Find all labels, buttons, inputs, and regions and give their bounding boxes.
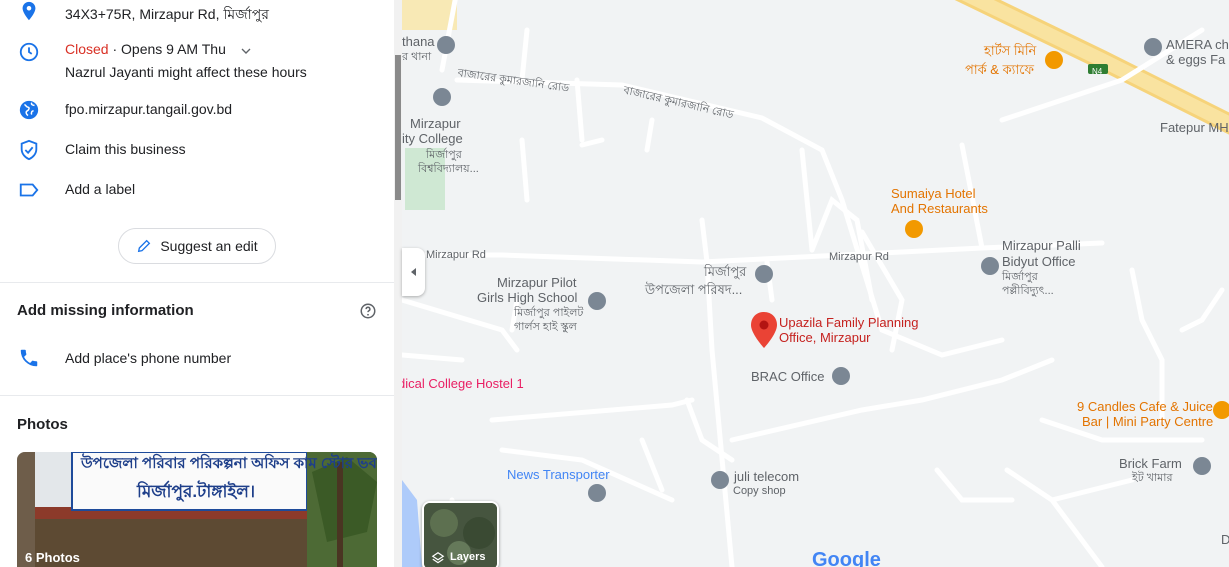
address-row[interactable]: 34X3+75R, Mirzapur Rd, মির্জাপুর: [0, 0, 394, 24]
map-label-d[interactable]: D: [1221, 532, 1229, 547]
label-row[interactable]: Add a label: [0, 178, 394, 202]
map-label-brick[interactable]: Brick Farm: [1119, 456, 1182, 471]
photo-sign-line1: উপজেলা পরিবার পরিকল্পনা অফিস কাম স্টোর ভ…: [81, 455, 377, 472]
google-logo: Google: [812, 549, 881, 567]
photos-title: Photos: [17, 416, 68, 433]
divider: [0, 282, 394, 283]
map-label-palli-bn-1: মির্জাপুর: [1002, 271, 1038, 283]
address-text: 34X3+75R, Mirzapur Rd, মির্জাপুর: [65, 6, 269, 22]
photos-thumbnail[interactable]: উপজেলা পরিবার পরিকল্পনা অফিস কাম স্টোর ভ…: [17, 452, 377, 567]
map-label-thana-bn: র থানা: [402, 51, 432, 63]
collapse-panel-button[interactable]: [402, 248, 425, 296]
add-phone-row[interactable]: Add place's phone number: [0, 346, 394, 370]
map-label-sumaiya-2[interactable]: And Restaurants: [891, 201, 988, 216]
map-label-university-bn: বিশ্ববিদ্যালয়...: [418, 163, 479, 175]
selected-place-label-1[interactable]: Upazila Family Planning: [779, 315, 918, 330]
map-label-upazila-bn-1[interactable]: মির্জাপুর: [704, 264, 746, 279]
map-label-sumaiya-1[interactable]: Sumaiya Hotel: [891, 186, 976, 201]
holiday-note: Nazrul Jayanti might affect these hours: [65, 64, 307, 80]
website-link[interactable]: fpo.mirzapur.tangail.gov.bd: [65, 101, 232, 117]
map-label-mirzapur-bn: মির্জাপুর: [426, 149, 462, 161]
photo-sign-line2: মির্জাপুর.টাঙ্গাইল।: [137, 482, 256, 501]
map-label-mirzapur-college[interactable]: Mirzapur: [410, 116, 461, 131]
missing-info-title: Add missing information: [17, 302, 194, 319]
photo-count-label: 6 Photos: [25, 550, 80, 565]
map-label-candles-2[interactable]: Bar | Mini Party Centre: [1082, 414, 1213, 429]
map-label-pilot-bn-2: গার্লস হাই স্কুল: [514, 321, 577, 333]
map-label-candles-1[interactable]: 9 Candles Cafe & Juice: [1077, 399, 1213, 414]
map-label-pilot-1[interactable]: Mirzapur Pilot: [497, 275, 576, 290]
location-pin-icon: [22, 1, 36, 21]
map-label-juli[interactable]: juli telecom: [734, 469, 799, 484]
hours-opens: Opens 9 AM Thu: [121, 41, 226, 57]
layers-label: Layers: [450, 551, 486, 563]
caret-left-icon: [410, 268, 416, 276]
scrollbar-thumb[interactable]: [395, 55, 401, 200]
map-canvas[interactable]: thana র থানা বাজারের কুমারজানি রোড বাজার…: [402, 0, 1229, 567]
layers-button[interactable]: Layers: [422, 501, 499, 567]
map-label-pilot-bn-1: মির্জাপুর পাইলট: [514, 307, 584, 319]
hours-row[interactable]: Closed · Opens 9 AM Thu Nazrul Jayanti m…: [0, 38, 394, 84]
map-label-amera-2[interactable]: & eggs Fa: [1166, 52, 1225, 67]
place-details-panel: 34X3+75R, Mirzapur Rd, মির্জাপুর Closed …: [0, 0, 401, 567]
verified-shield-icon: [20, 139, 38, 161]
add-phone-text: Add place's phone number: [65, 350, 232, 366]
suggest-edit-button[interactable]: Suggest an edit: [118, 228, 276, 264]
map-label-news[interactable]: News Transporter: [507, 467, 610, 482]
claim-business-text: Claim this business: [65, 141, 186, 157]
map-label-fatepur[interactable]: Fatepur MH: [1160, 120, 1229, 135]
highway-shield: N4: [1092, 67, 1103, 76]
road-label-mirzapur-rd-left: Mirzapur Rd: [426, 249, 486, 261]
map-label-palli-1[interactable]: Mirzapur Palli: [1002, 238, 1081, 253]
panel-scrollbar[interactable]: [394, 0, 402, 567]
help-icon[interactable]: [359, 302, 377, 320]
map-label-brick-bn: ইট খামার: [1132, 472, 1173, 484]
pencil-icon: [138, 239, 151, 253]
clock-icon: [19, 42, 39, 62]
map-label-palli-bn-2: পল্লীবিদ্যুৎ...: [1002, 285, 1054, 297]
add-label-text: Add a label: [65, 181, 136, 197]
hours-separator: ·: [108, 41, 122, 57]
website-row[interactable]: fpo.mirzapur.tangail.gov.bd: [0, 98, 394, 122]
map-label-cafe-bn-1[interactable]: হার্টস মিনি: [984, 43, 1036, 58]
globe-icon: [19, 100, 39, 120]
map-label-brac[interactable]: BRAC Office: [751, 369, 824, 384]
map-label-cafe-bn-2[interactable]: পার্ক & ক্যাফে: [965, 62, 1034, 77]
hours-status: Closed: [65, 41, 109, 57]
map-label-amera-1[interactable]: AMERA ch: [1166, 37, 1229, 52]
map-label-city-college[interactable]: ity College: [402, 131, 463, 146]
road-label-mirzapur-rd-right: Mirzapur Rd: [829, 251, 889, 263]
layers-icon: [431, 552, 445, 564]
poi-markers: [433, 36, 1229, 502]
chevron-down-icon[interactable]: [238, 43, 254, 59]
map-label-copy: Copy shop: [733, 485, 786, 497]
suggest-edit-label: Suggest an edit: [160, 238, 258, 254]
map-label-thana[interactable]: thana: [402, 34, 435, 49]
map-label-pilot-2[interactable]: Girls High School: [477, 290, 577, 305]
phone-icon: [20, 349, 38, 367]
divider: [0, 395, 394, 396]
label-tag-icon: [19, 183, 39, 197]
claim-row[interactable]: Claim this business: [0, 138, 394, 162]
map-label-palli-2[interactable]: Bidyut Office: [1002, 254, 1075, 269]
selected-place-label-2[interactable]: Office, Mirzapur: [779, 330, 871, 345]
map-label-upazila-bn-2[interactable]: উপজেলা পরিষদ...: [645, 282, 742, 297]
map-label-hostel[interactable]: dical College Hostel 1: [402, 376, 524, 391]
